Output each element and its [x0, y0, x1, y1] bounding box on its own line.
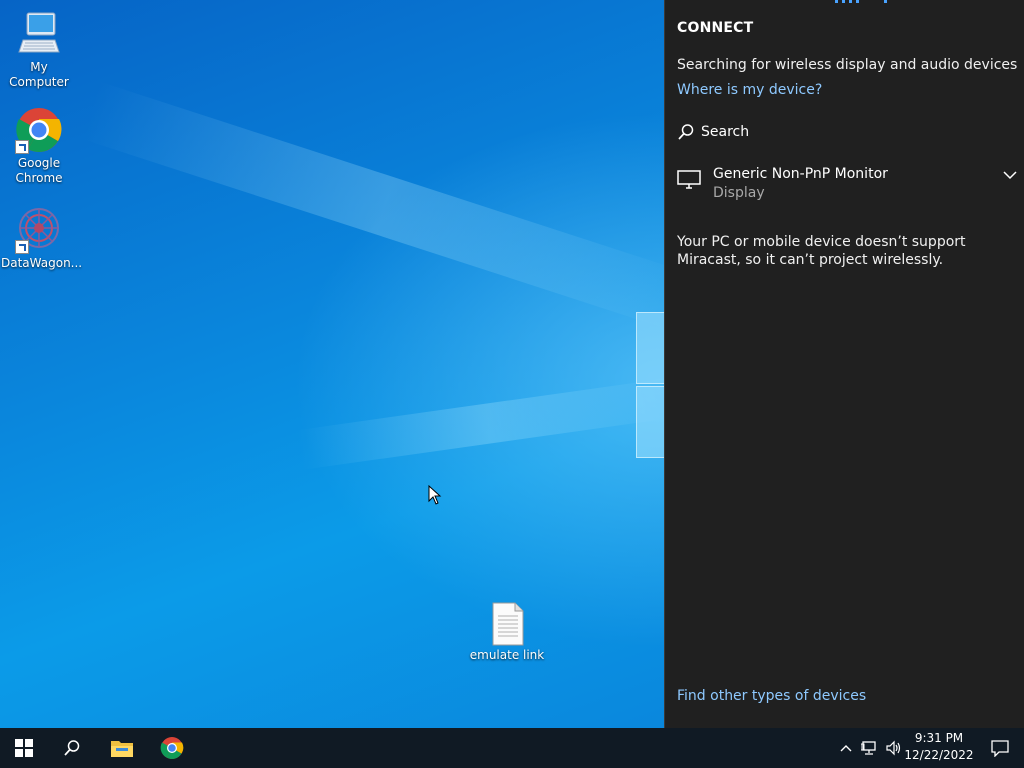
start-button[interactable]: [0, 728, 48, 768]
panel-title: CONNECT: [677, 20, 754, 36]
desktop-icon-my-computer[interactable]: My Computer: [1, 10, 77, 90]
light-beam: [297, 377, 680, 470]
chrome-icon: [15, 106, 63, 154]
search-icon: [678, 124, 694, 140]
chevron-down-icon[interactable]: [1003, 170, 1017, 180]
where-is-my-device-link[interactable]: Where is my device?: [677, 82, 822, 98]
desktop-icon-label: Google Chrome: [15, 156, 63, 185]
volume-button[interactable]: [882, 728, 906, 768]
notification-icon: [991, 740, 1009, 757]
chrome-taskbar-button[interactable]: [148, 728, 196, 768]
clock-time: 9:31 PM: [914, 731, 964, 745]
windows-logo-pane: [636, 312, 666, 384]
shortcut-arrow-icon: [15, 240, 29, 254]
windows-logo-pane: [636, 386, 666, 458]
monitor-icon: [677, 170, 701, 189]
taskbar: 9:31 PM 12/22/2022: [0, 728, 1024, 768]
desktop-icon-emulate-link[interactable]: emulate link: [469, 602, 545, 663]
device-name: Generic Non-PnP Monitor: [713, 166, 888, 182]
progress-dots-icon: [835, 0, 887, 3]
device-type: Display: [713, 185, 765, 201]
search-status-text: Searching for wireless display and audio…: [677, 57, 1018, 73]
chevron-up-icon: [840, 745, 852, 752]
desktop-icon-label: emulate link: [469, 648, 545, 662]
desktop-icon-label: My Computer: [9, 60, 69, 89]
action-center-button[interactable]: [976, 728, 1024, 768]
text-document-icon: [487, 602, 527, 646]
file-explorer-button[interactable]: [98, 728, 146, 768]
clock-date: 12/22/2022: [904, 748, 974, 762]
show-hidden-icons-button[interactable]: [834, 728, 858, 768]
find-other-devices-link[interactable]: Find other types of devices: [677, 688, 866, 704]
desktop-icon-datawagon[interactable]: DataWagon...: [1, 206, 83, 271]
search-button[interactable]: Search: [677, 123, 749, 141]
taskbar-clock[interactable]: 9:31 PM 12/22/2022: [904, 730, 974, 764]
computer-icon: [15, 10, 63, 58]
network-button[interactable]: [858, 728, 882, 768]
file-explorer-icon: [111, 741, 133, 757]
light-beam: [80, 81, 689, 331]
network-icon: [861, 741, 876, 755]
datawagon-icon: [15, 206, 63, 254]
taskbar-search-button[interactable]: [48, 728, 96, 768]
search-label: Search: [701, 124, 750, 140]
windows-start-icon: [15, 739, 33, 757]
device-item-generic-monitor[interactable]: Generic Non-PnP Monitor Display: [677, 164, 1017, 208]
mouse-cursor-icon: [428, 485, 442, 505]
desktop-icon-label: DataWagon...: [1, 256, 83, 270]
connect-panel: CONNECT Searching for wireless display a…: [664, 0, 1024, 728]
volume-icon: [886, 740, 901, 756]
shortcut-arrow-icon: [15, 140, 29, 154]
chrome-icon: [160, 737, 184, 759]
desktop-icon-google-chrome[interactable]: Google Chrome: [1, 106, 77, 186]
miracast-message: Your PC or mobile device doesn’t support…: [677, 234, 966, 268]
search-icon: [64, 740, 80, 756]
